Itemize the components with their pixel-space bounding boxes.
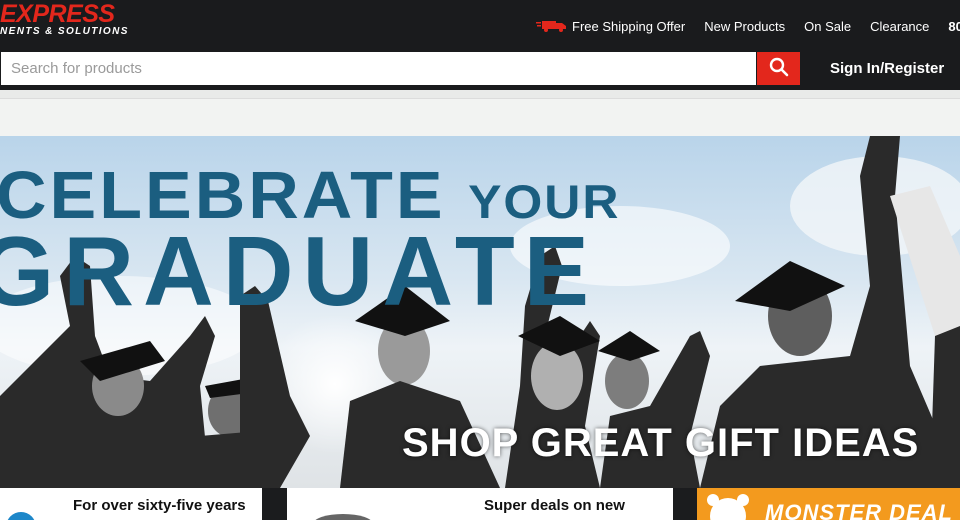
new-products-link[interactable]: New Products [704,19,785,34]
top-header: EXPRESS NENTS & SOLUTIONS Free Shipping … [0,0,960,50]
free-shipping-link[interactable]: Free Shipping Offer [572,19,685,34]
promo-card-text: For over sixty-five years [73,497,246,514]
hero-cta-text[interactable]: SHOP GREAT GIFT IDEAS [402,423,919,463]
promo-card-text: MONSTER DEAL [765,500,953,520]
search-input[interactable] [1,52,756,85]
logo-tagline: NENTS & SOLUTIONS [0,26,129,37]
on-sale-link[interactable]: On Sale [804,19,851,34]
promo-card-monster-deal[interactable]: MONSTER DEAL [697,488,960,520]
product-thumbnail-icon [313,514,373,520]
search-button[interactable] [757,52,800,85]
search-bar-row: Sign In/Register [0,50,960,90]
clearance-link[interactable]: Clearance [870,19,929,34]
header-divider [0,90,960,98]
monster-mascot-icon [701,490,755,520]
badge-icon [6,512,36,520]
top-navigation: Free Shipping Offer New Products On Sale… [536,18,960,34]
site-logo[interactable]: EXPRESS NENTS & SOLUTIONS [0,0,150,44]
promo-card-text: Super deals on new [484,497,625,514]
hero-banner[interactable]: CELEBRATE YOUR GRADUATE SHOP GREAT GIFT … [0,136,960,488]
phone-number[interactable]: 800-33 [948,19,960,34]
logo-wordmark: EXPRESS [0,0,115,28]
promo-card-deals[interactable]: Super deals on new [287,488,673,520]
truck-icon [536,19,568,33]
sign-in-register-link[interactable]: Sign In/Register [830,60,944,77]
hero-headline-line2: GRADUATE [0,216,599,326]
category-band [0,98,960,136]
promo-card-history[interactable]: For over sixty-five years [0,488,262,520]
search-icon [769,57,789,80]
